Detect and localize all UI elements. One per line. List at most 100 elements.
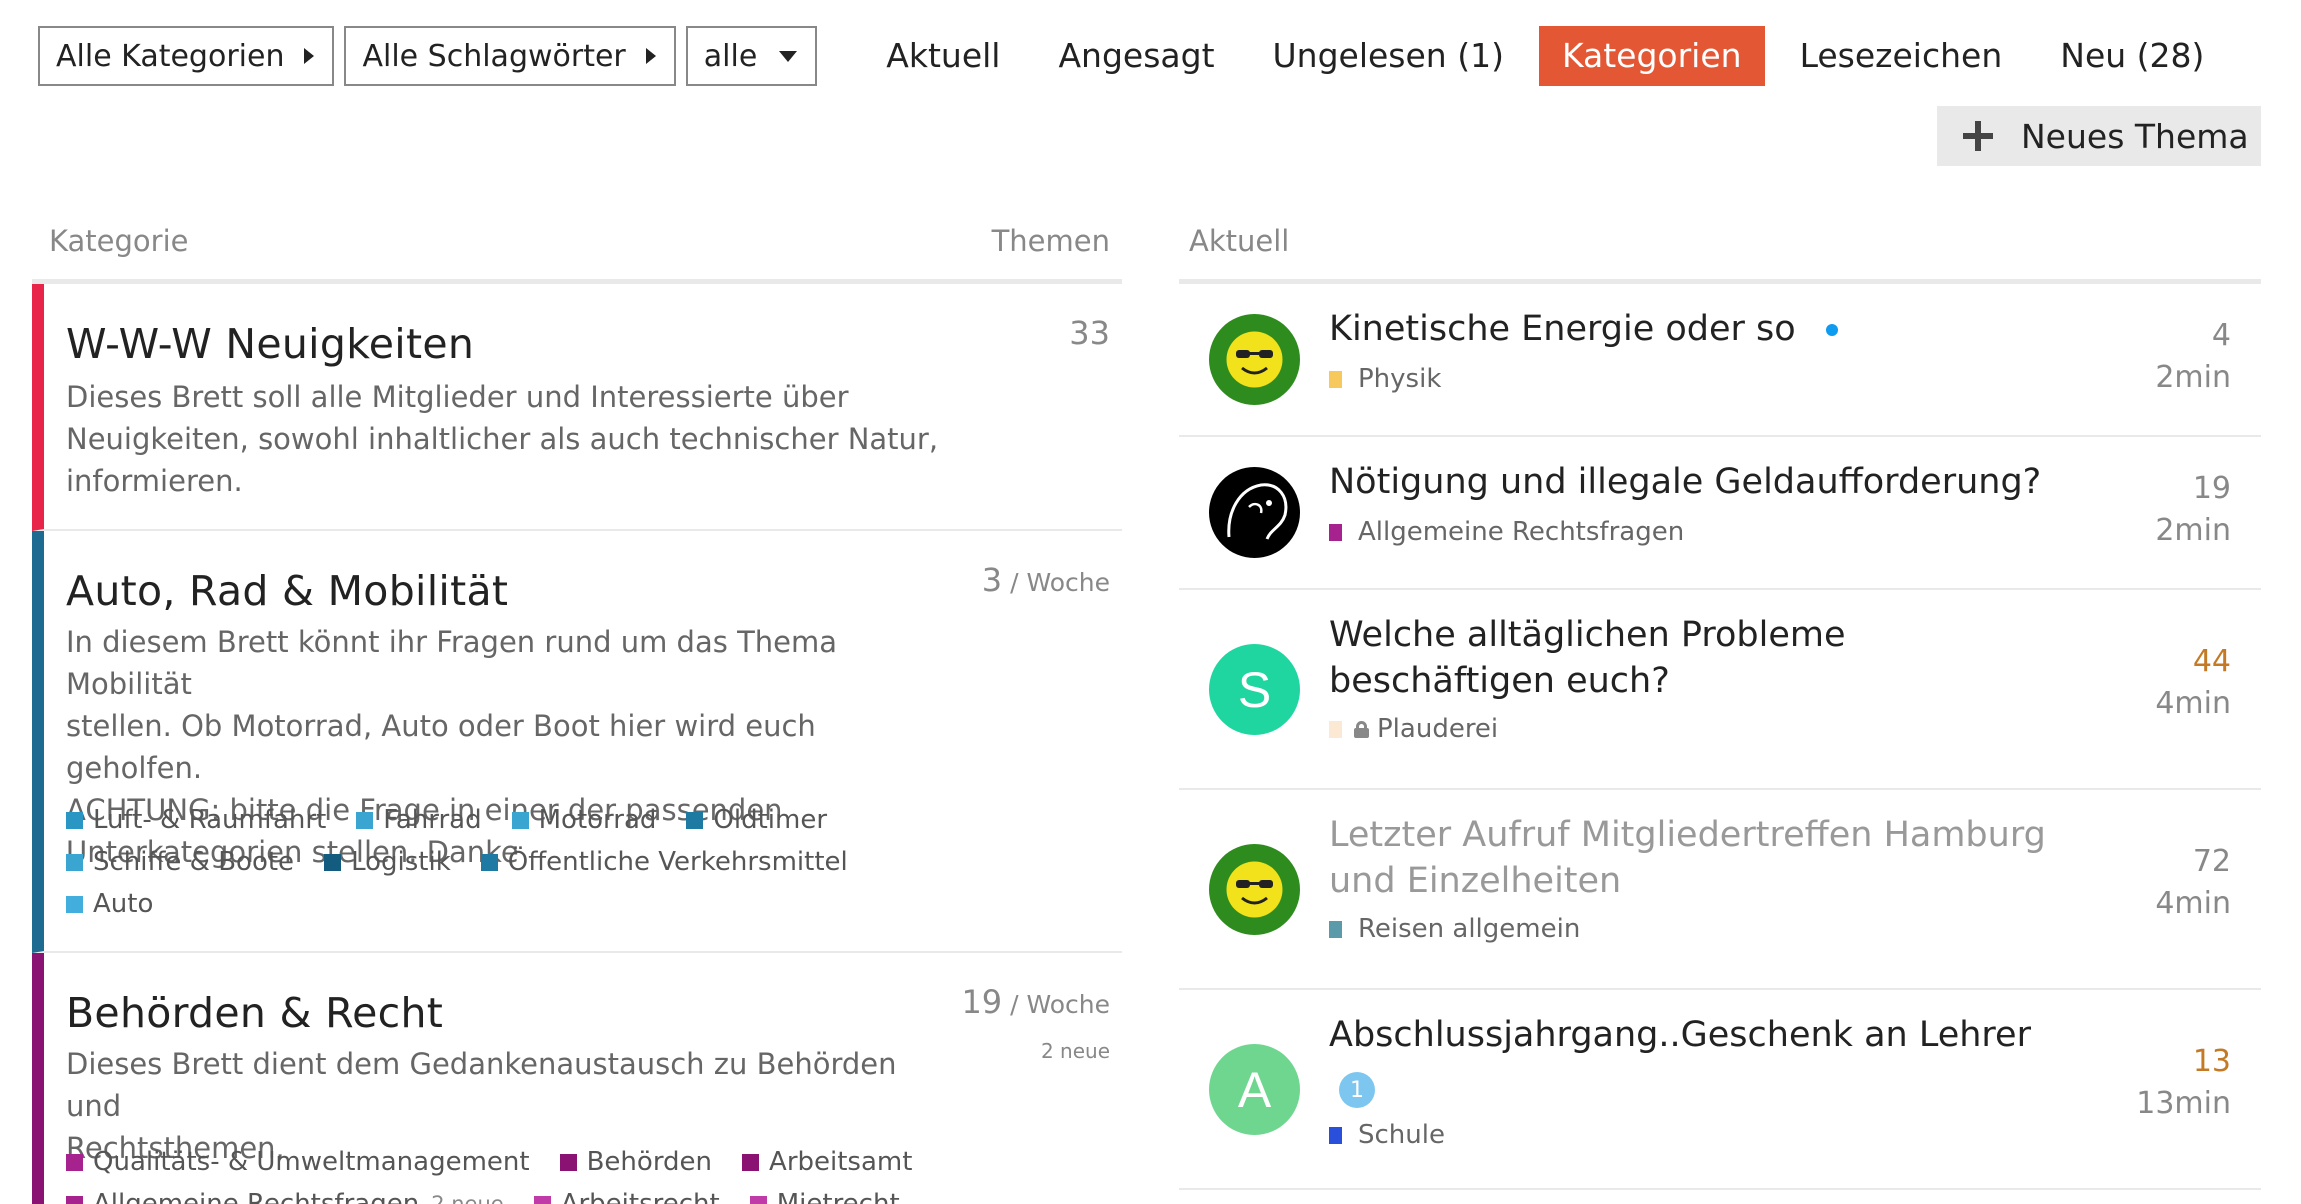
topic-category-link[interactable]: Schule [1329,1120,1445,1150]
column-header-topics: Themen [991,224,1110,258]
subcategory-link[interactable]: Arbeitsamt [742,1147,912,1177]
topic-category-link[interactable]: Allgemeine Rechtsfragen [1329,517,1684,547]
category-color-square [742,1153,760,1171]
category-description-line: stellen. Ob Motorrad, Auto oder Boot hie… [66,709,816,785]
category-row[interactable]: W-W-W Neuigkeiten Dieses Brett soll alle … [32,284,1122,531]
subcategory-label: Luft- & Raumfahrt [93,805,327,835]
plus-icon [1963,121,1993,151]
reply-count[interactable]: 19 [2193,471,2231,506]
topic-category-link[interactable]: Physik [1329,364,1441,394]
categories-table-header: Kategorie Themen [32,210,1122,284]
subcategory-link[interactable]: Öffentliche Verkehrsmittel [480,847,848,877]
last-activity-age[interactable]: 4min [2155,886,2231,921]
nav-tab-kategorien[interactable]: Kategorien [1538,26,1765,86]
category-color-square [533,1195,551,1204]
reply-count[interactable]: 4 [2212,318,2231,353]
caret-down-icon [779,50,798,62]
subcategory-link[interactable]: Oldtimer [686,805,827,835]
category-color-square [1329,1126,1342,1144]
category-title[interactable]: Auto, Rad & Mobilität [66,567,508,615]
subcategory-list: Qualitäts- & Umweltmanagement Behörden Arb… [66,1141,986,1204]
scope-filter-dropdown[interactable]: alle [685,26,818,86]
category-color-square [1329,370,1342,388]
topic-title-link[interactable]: Letzter Aufruf Mitgliedertreffen Hamburg… [1329,812,2069,904]
topic-category-label: Plauderei [1377,714,1499,744]
last-activity-age[interactable]: 2min [2155,360,2231,395]
subcategory-label: Öffentliche Verkehrsmittel [507,847,848,877]
topic-row[interactable]: Letzter Aufruf Mitgliedertreffen Hamburg… [1179,790,2261,990]
new-posts-badge[interactable]: 1 [1339,1072,1375,1108]
subcategory-link[interactable]: Motorrad [511,805,656,835]
new-topic-button[interactable]: Neues Thema [1937,106,2261,166]
user-avatar[interactable]: A [1209,1044,1300,1135]
category-row[interactable]: Auto, Rad & Mobilität In diesem Brett kön… [32,531,1122,953]
category-color-square [686,811,704,829]
subcategory-list: Luft- & Raumfahrt Fahrrad Motorrad Oldtimer… [66,799,986,925]
subcategory-label: Behörden [586,1147,713,1177]
topic-title-link[interactable]: Welche alltäglichen Probleme beschäftigen… [1329,612,2069,704]
tag-filter-dropdown[interactable]: Alle Schlagwörter [344,26,676,86]
subcategory-label: Oldtimer [713,805,828,835]
subcategory-link[interactable]: Mietrecht [749,1189,900,1204]
topic-category-label: Allgemeine Rechtsfragen [1358,517,1685,547]
topic-title-link[interactable]: Abschlussjahrgang..Geschenk an Lehrer [1329,1012,2069,1058]
nav-tab-ungelesen[interactable]: Ungelesen (1) [1250,26,1527,86]
latest-topics-header: Aktuell [1179,210,2261,284]
topic-row[interactable]: Nötigung und illegale Geldaufforderung? A… [1179,437,2261,590]
reply-count[interactable]: 13 [2193,1044,2231,1079]
category-filter-dropdown[interactable]: Alle Kategorien [38,26,335,86]
latest-topics-list: Aktuell Kinetische Energie oder so Physik… [1179,210,2261,1190]
topic-count-value: 19 [961,983,1003,1021]
last-activity-age[interactable]: 2min [2155,513,2231,548]
last-activity-age[interactable]: 4min [2155,686,2231,721]
reply-count[interactable]: 72 [2193,844,2231,879]
subcategory-label: Qualitäts- & Umweltmanagement [93,1147,530,1177]
user-avatar[interactable] [1209,314,1300,405]
subcategory-link[interactable]: Qualitäts- & Umweltmanagement [66,1147,530,1177]
nav-tab-lesezeichen[interactable]: Lesezeichen [1777,26,2026,86]
subcategory-line: Qualitäts- & Umweltmanagement Behörden Arb… [66,1141,986,1183]
subcategory-link[interactable]: Behörden [559,1147,713,1177]
topic-category-link[interactable]: Reisen allgemein [1329,914,1580,944]
category-title[interactable]: Behörden & Recht [66,989,443,1037]
category-description-line: In diesem Brett könnt ihr Fragen rund um… [66,625,838,701]
category-color-square [1329,720,1342,738]
category-description-line: Neuigkeiten, sowohl inhaltlicher als auc… [66,422,939,456]
topic-title-link[interactable]: Kinetische Energie oder so [1329,306,2069,352]
topic-title-link[interactable]: Nötigung und illegale Geldaufforderung? [1329,459,2069,505]
category-row[interactable]: Behörden & Recht Dieses Brett dient dem G… [32,953,1122,1204]
subcategory-link[interactable]: Allgemeine Rechtsfragen 2 neue [66,1189,504,1204]
subcategory-label: Arbeitsrecht [560,1189,720,1204]
categories-table: Kategorie Themen W-W-W Neuigkeiten Dieses… [32,210,1122,1204]
nav-tab-aktuell[interactable]: Aktuell [863,26,1023,86]
topic-row[interactable]: A Abschlussjahrgang..Geschenk an Lehrer 1 S… [1179,990,2261,1190]
last-activity-age[interactable]: 13min [2136,1086,2231,1121]
subcategory-link[interactable]: Schiffe & Boote [66,847,294,877]
topic-row[interactable]: Kinetische Energie oder so Physik 4 2min [1179,284,2261,437]
subcategory-line: Schiffe & Boote Logistik Öffentliche Verke… [66,841,986,883]
topic-count-unit: / Woche [1002,568,1110,597]
top-navigation: Alle Kategorien Alle Schlagwörter alle A… [38,26,2239,86]
category-color-square [749,1195,767,1204]
category-title[interactable]: W-W-W Neuigkeiten [66,320,474,368]
user-avatar[interactable] [1209,844,1300,935]
topic-title-text: Kinetische Energie oder so [1329,309,1796,349]
topic-category-link[interactable]: Plauderei [1329,714,1498,744]
subcategory-link[interactable]: Fahrrad [356,805,482,835]
new-topics-count[interactable]: 2 neue [1041,1039,1110,1063]
subcategory-link[interactable]: Auto [66,889,153,919]
user-avatar[interactable]: S [1209,644,1300,735]
nav-tab-neu[interactable]: Neu (28) [2037,26,2227,86]
subcategory-label: Auto [93,889,154,919]
subcategory-link[interactable]: Luft- & Raumfahrt [66,805,326,835]
nav-tab-angesagt[interactable]: Angesagt [1035,26,1237,86]
subcategory-label: Allgemeine Rechtsfragen [93,1189,420,1204]
user-avatar[interactable] [1209,467,1300,558]
topic-title-line: Welche alltäglichen Probleme [1329,615,1846,655]
topic-title-line: und Einzelheiten [1329,861,1622,901]
subcategory-link[interactable]: Arbeitsrecht [533,1189,720,1204]
reply-count[interactable]: 44 [2193,644,2231,679]
unread-dot-icon [1825,324,1838,336]
subcategory-link[interactable]: Logistik [324,847,451,877]
topic-row[interactable]: S Welche alltäglichen Probleme beschäftige… [1179,590,2261,790]
